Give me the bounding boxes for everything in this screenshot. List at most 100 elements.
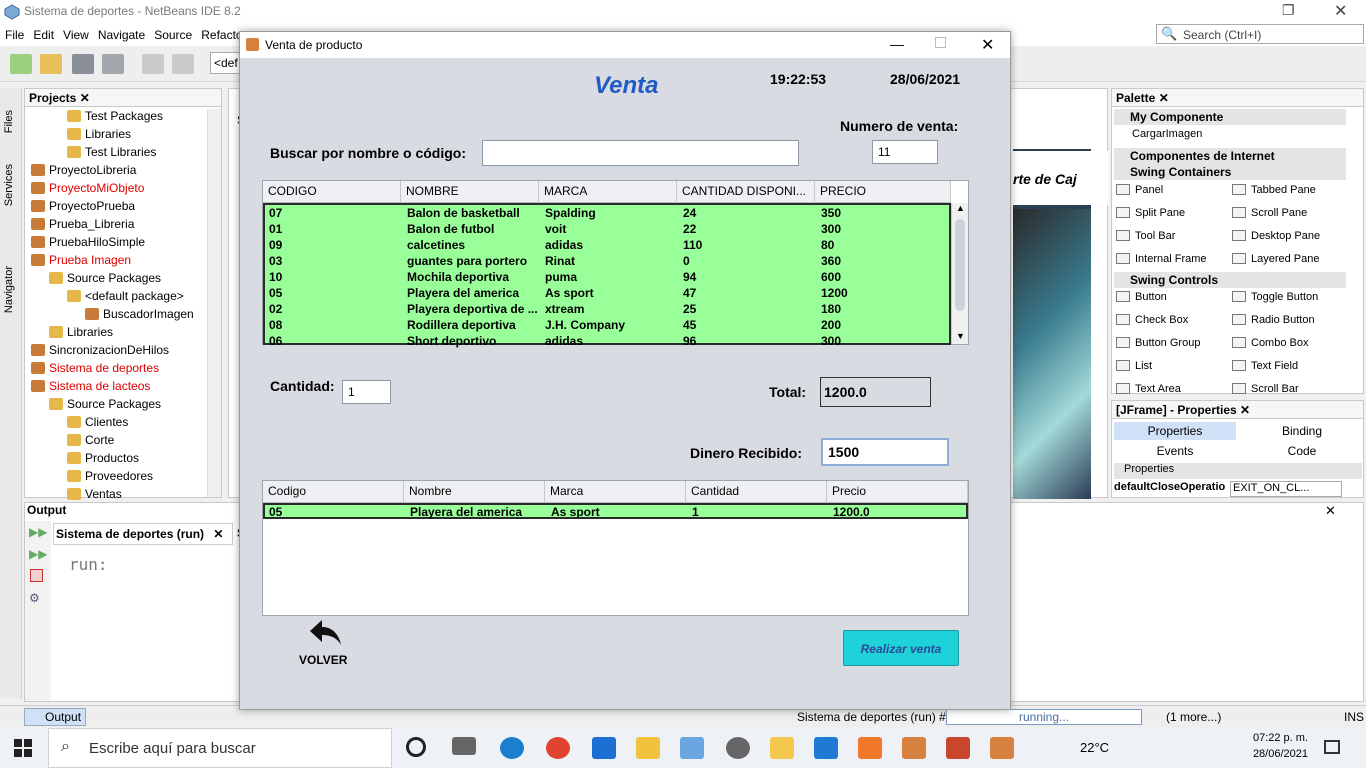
palette-item[interactable]: Toggle Button — [1232, 291, 1318, 303]
product-search-input[interactable] — [482, 140, 799, 166]
palette-item[interactable]: Text Area — [1116, 383, 1181, 395]
palette-item[interactable]: Radio Button — [1232, 314, 1315, 326]
tree-item[interactable]: Source Packages — [49, 271, 161, 289]
status-output-tab[interactable]: Output — [24, 708, 86, 726]
col-marca[interactable]: MARCA — [539, 181, 677, 203]
close-button[interactable]: ✕ — [981, 35, 994, 55]
chrome-icon[interactable] — [546, 737, 570, 759]
palette-item[interactable]: Split Pane — [1116, 207, 1185, 219]
services-tab[interactable]: Services — [3, 164, 15, 206]
menu-file[interactable]: File — [0, 24, 28, 42]
palette-section[interactable]: Componentes de Internet — [1114, 148, 1346, 164]
palette-item[interactable]: Internal Frame — [1116, 253, 1207, 265]
java-app-icon[interactable] — [990, 737, 1014, 759]
tree-item[interactable]: Source Packages — [49, 397, 161, 415]
tree-item[interactable]: Test Libraries — [67, 145, 156, 163]
cart-col-nombre[interactable]: Nombre — [404, 481, 545, 503]
palette-item[interactable]: CargarImagen — [1132, 128, 1202, 140]
table-row[interactable]: 01 Balon de futbol voit 22 300 — [267, 221, 951, 237]
xampp-icon[interactable] — [858, 737, 882, 759]
prop-value-combo[interactable]: EXIT_ON_CL... — [1230, 481, 1342, 497]
make-sale-button[interactable]: Realizar venta — [843, 630, 959, 666]
clock-date[interactable]: 28/06/2021 — [1236, 748, 1308, 760]
table-row[interactable]: 09 calcetines adidas 110 80 — [267, 237, 951, 253]
tree-item[interactable]: Corte — [67, 433, 114, 451]
menu-source[interactable]: Source — [149, 24, 196, 42]
palette-item[interactable]: Tool Bar — [1116, 230, 1175, 242]
tree-item[interactable]: BuscadorImagen — [85, 307, 194, 325]
save-all-icon[interactable] — [102, 54, 124, 74]
tree-item[interactable]: SincronizacionDeHilos — [31, 343, 169, 361]
settings-icon[interactable]: ⚙ — [29, 591, 40, 605]
props-tab-properties[interactable]: Properties — [1114, 422, 1236, 440]
maximize-button[interactable]: ❐ — [1282, 2, 1295, 19]
tree-item[interactable]: PruebaHiloSimple — [31, 235, 145, 253]
cart-row[interactable]: 05 Playera del america As sport 1 1200.0 — [263, 503, 968, 519]
close-icon[interactable]: ✕ — [1240, 403, 1250, 417]
rerun-icon[interactable]: ▶▶ — [29, 525, 47, 539]
table-row[interactable]: 08 Rodillera deportiva J.H. Company 45 200 — [267, 317, 951, 333]
back-arrow-icon[interactable] — [308, 618, 344, 648]
palette-item[interactable]: Scroll Pane — [1232, 207, 1307, 219]
notifications-icon[interactable] — [1324, 740, 1340, 754]
settings-icon[interactable] — [726, 737, 750, 759]
tree-item[interactable]: Prueba_Libreria — [31, 217, 134, 235]
palette-item[interactable]: Check Box — [1116, 314, 1188, 326]
output-tab[interactable]: Sistema de deportes (run) ✕ — [53, 523, 233, 545]
new-project-icon[interactable] — [40, 54, 62, 74]
tree-item[interactable]: Productos — [67, 451, 139, 469]
properties-tab[interactable]: [JFrame] - Properties ✕ — [1112, 401, 1363, 419]
config-combo[interactable]: <def — [210, 52, 240, 74]
palette-section[interactable]: Swing Controls — [1114, 272, 1346, 288]
palette-section[interactable]: My Componente — [1114, 109, 1346, 125]
java-icon[interactable] — [902, 737, 926, 759]
quantity-field[interactable]: 1 — [342, 380, 391, 404]
redo-icon[interactable] — [172, 54, 194, 74]
stop-icon[interactable] — [30, 569, 43, 582]
tree-item[interactable]: Sistema de lacteos — [31, 379, 150, 397]
table-row[interactable]: 10 Mochila deportiva puma 94 600 — [267, 269, 951, 285]
cart-col-codigo[interactable]: Codigo — [263, 481, 404, 503]
sale-number-field[interactable]: 11 — [872, 140, 938, 164]
table-row[interactable]: 06 Short deportivo adidas 96 300 — [267, 333, 951, 349]
tree-item[interactable]: ProyectoPrueba — [31, 199, 135, 217]
tree-item[interactable]: Clientes — [67, 415, 128, 433]
status-more[interactable]: (1 more...) — [1166, 710, 1221, 724]
python-icon[interactable] — [770, 737, 794, 759]
scroll-down-icon[interactable]: ▼ — [956, 331, 965, 341]
projects-scrollbar[interactable] — [207, 109, 221, 497]
received-field[interactable]: 1500 — [821, 438, 949, 466]
powerpoint-icon[interactable] — [946, 737, 970, 759]
col-precio[interactable]: PRECIO — [815, 181, 951, 203]
close-ide-button[interactable]: ✕ — [1334, 1, 1347, 21]
col-codigo[interactable]: CODIGO — [263, 181, 401, 203]
tree-item[interactable]: Sistema de deportes — [31, 361, 159, 379]
rerun-params-icon[interactable]: ▶▶ — [29, 547, 47, 561]
file-explorer-icon[interactable] — [636, 737, 660, 759]
close-icon[interactable]: ✕ — [1325, 503, 1336, 519]
palette-item[interactable]: Text Field — [1232, 360, 1298, 372]
menu-edit[interactable]: Edit — [28, 24, 58, 42]
table-row[interactable]: 03 guantes para portero Rinat 0 360 — [267, 253, 951, 269]
cart-col-marca[interactable]: Marca — [545, 481, 686, 503]
tree-item[interactable]: Proveedores — [67, 469, 153, 487]
taskbar-search-input[interactable]: ⌕ Escribe aquí para buscar — [48, 728, 392, 768]
col-nombre[interactable]: NOMBRE — [401, 181, 539, 203]
scroll-thumb[interactable] — [955, 219, 965, 311]
table-row[interactable]: 05 Playera del america As sport 47 1200 — [267, 285, 951, 301]
files-tab[interactable]: Files — [3, 110, 15, 133]
tree-item[interactable]: ProyectoLibreria — [31, 163, 136, 181]
close-icon[interactable]: ✕ — [80, 91, 90, 105]
cart-col-precio[interactable]: Precio — [827, 481, 968, 503]
palette-item[interactable]: Combo Box — [1232, 337, 1308, 349]
new-file-icon[interactable] — [10, 54, 32, 74]
weather-temp[interactable]: 22°C — [1080, 740, 1109, 755]
open-project-icon[interactable] — [72, 54, 94, 74]
task-view-icon[interactable] — [452, 737, 476, 755]
palette-section[interactable]: Swing Containers — [1114, 164, 1346, 180]
palette-item[interactable]: Desktop Pane — [1232, 230, 1320, 242]
close-icon[interactable]: ✕ — [1159, 91, 1169, 105]
props-tab-events[interactable]: Events — [1114, 442, 1236, 460]
ide-search-input[interactable]: 🔍 Search (Ctrl+I) — [1156, 24, 1364, 44]
products-scrollbar[interactable]: ▲ ▼ — [951, 203, 968, 344]
